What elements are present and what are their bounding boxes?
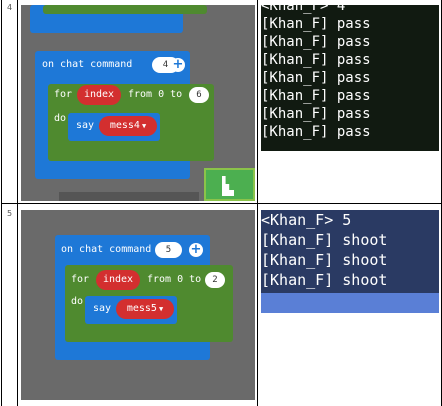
chat-output: <Khan_F> 5 [Khan_F] shoot [Khan_F] shoot… <box>261 210 439 313</box>
row-number: 5 <box>7 209 13 218</box>
say-variable[interactable]: mess4 ▼ <box>99 116 157 136</box>
chat-line: [Khan_F] pass <box>261 106 371 122</box>
plus-icon[interactable]: + <box>189 243 203 257</box>
say-label: say <box>93 303 112 314</box>
chat-line: [Khan_F] pass <box>261 88 371 104</box>
chat-line: [Khan_F] shoot <box>261 271 388 289</box>
say-variable[interactable]: mess5 ▼ <box>116 299 174 319</box>
chat-line: [Khan_F] pass <box>261 16 371 32</box>
chat-output: <Khan_F> 4 [Khan_F] pass [Khan_F] pass [… <box>261 5 439 151</box>
chat-line: [Khan_F] shoot <box>261 251 388 269</box>
plus-icon[interactable]: + <box>171 58 185 72</box>
say-label: say <box>76 120 95 131</box>
chat-line: [Khan_F] pass <box>261 52 371 68</box>
table-row-divider <box>1 203 442 204</box>
chat-command-label: on chat command <box>61 244 152 255</box>
chat-command-label: on chat command <box>42 59 133 70</box>
for-label: for <box>71 274 90 285</box>
do-label: do <box>71 296 84 307</box>
code-canvas: on chat command 5 + for index from 0 to … <box>21 210 255 400</box>
for-variable[interactable]: index <box>77 85 121 105</box>
from-label: from 0 to <box>128 89 183 100</box>
chat-line: [Khan_F] pass <box>261 70 371 86</box>
say-variable-text: mess5 <box>126 303 157 314</box>
for-variable[interactable]: index <box>96 270 140 290</box>
chat-line: <Khan_F> 4 <box>261 5 346 14</box>
command-value[interactable]: 5 <box>155 242 182 258</box>
chevron-down-icon: ▼ <box>158 305 164 313</box>
chat-line: <Khan_F> 5 <box>261 211 352 229</box>
code-canvas: on chat command 4 + for index from 0 to … <box>21 5 255 201</box>
to-value[interactable]: 2 <box>205 272 225 288</box>
say-variable-text: mess4 <box>109 120 140 131</box>
chat-input-bar[interactable] <box>261 293 439 313</box>
canvas-toolbar <box>59 192 199 201</box>
chat-line: [Khan_F] pass <box>261 34 371 50</box>
chevron-down-icon: ▼ <box>141 122 147 130</box>
code-block-top-inner <box>43 5 207 14</box>
for-label: for <box>54 89 73 100</box>
chat-line: [Khan_F] shoot <box>261 231 388 249</box>
row-number: 4 <box>7 3 13 12</box>
to-value[interactable]: 6 <box>189 87 209 103</box>
trash-icon[interactable] <box>204 168 255 201</box>
from-label: from 0 to <box>147 274 202 285</box>
do-label: do <box>54 113 67 124</box>
chat-line: [Khan_F] pass <box>261 124 371 140</box>
